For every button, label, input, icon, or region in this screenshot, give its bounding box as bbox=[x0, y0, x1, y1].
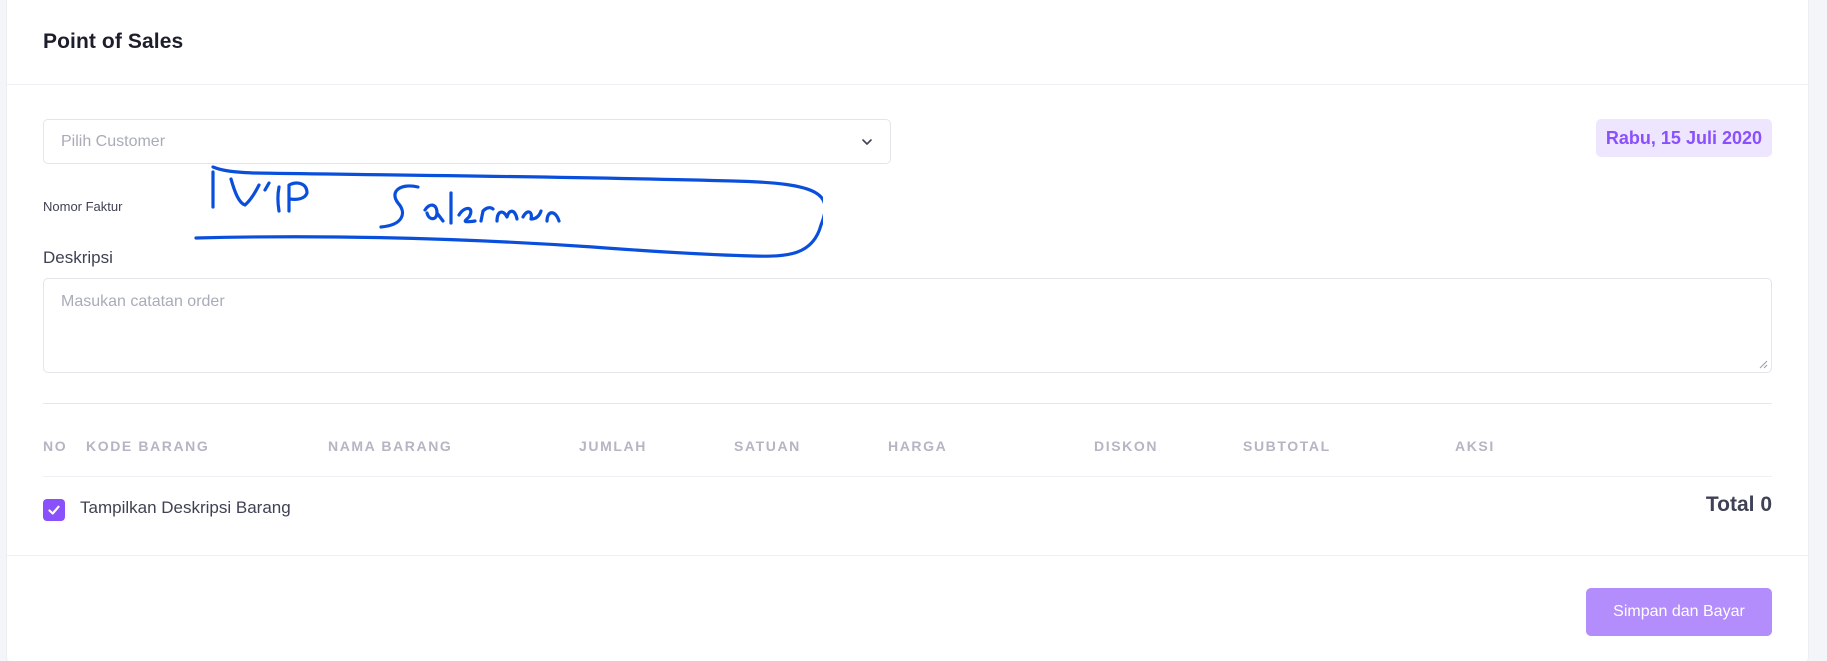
card-header: Point of Sales bbox=[7, 0, 1808, 85]
handwritten-scribble-icon bbox=[194, 165, 823, 258]
resize-grip-icon[interactable] bbox=[1758, 359, 1768, 369]
column-header-subtotal: SUBTOTAL bbox=[1243, 438, 1331, 454]
pos-card: Point of Sales Pilih Customer Rabu, 15 J… bbox=[6, 0, 1809, 661]
customer-select-placeholder: Pilih Customer bbox=[61, 132, 166, 150]
column-header-nama-barang: NAMA BARANG bbox=[328, 438, 453, 454]
date-badge: Rabu, 15 Juli 2020 bbox=[1595, 119, 1772, 157]
column-header-kode-barang: KODE BARANG bbox=[86, 438, 210, 454]
footer-divider bbox=[7, 555, 1808, 556]
customer-select[interactable]: Pilih Customer bbox=[43, 119, 891, 164]
show-description-checkbox[interactable] bbox=[43, 499, 65, 521]
check-icon bbox=[48, 505, 60, 515]
nomor-faktur-label: Nomor Faktur bbox=[43, 199, 123, 214]
column-header-jumlah: JUMLAH bbox=[579, 438, 647, 454]
section-divider bbox=[43, 403, 1772, 404]
deskripsi-placeholder: Masukan catatan order bbox=[61, 293, 225, 310]
column-header-diskon: DISKON bbox=[1094, 438, 1159, 454]
page-title: Point of Sales bbox=[43, 30, 184, 53]
show-description-label[interactable]: Tampilkan Deskripsi Barang bbox=[80, 498, 291, 518]
save-and-pay-button[interactable]: Simpan dan Bayar bbox=[1586, 588, 1772, 636]
total-amount: Total 0 bbox=[1705, 493, 1772, 516]
chevron-down-icon bbox=[862, 139, 872, 145]
column-header-harga: HARGA bbox=[888, 438, 948, 454]
deskripsi-textarea[interactable]: Masukan catatan order bbox=[43, 278, 1772, 373]
table-header: NO KODE BARANG NAMA BARANG JUMLAH SATUAN… bbox=[43, 438, 1772, 477]
column-header-aksi: AKSI bbox=[1455, 438, 1495, 454]
column-header-no: NO bbox=[43, 438, 68, 454]
deskripsi-label: Deskripsi bbox=[43, 248, 113, 267]
column-header-satuan: SATUAN bbox=[734, 438, 801, 454]
